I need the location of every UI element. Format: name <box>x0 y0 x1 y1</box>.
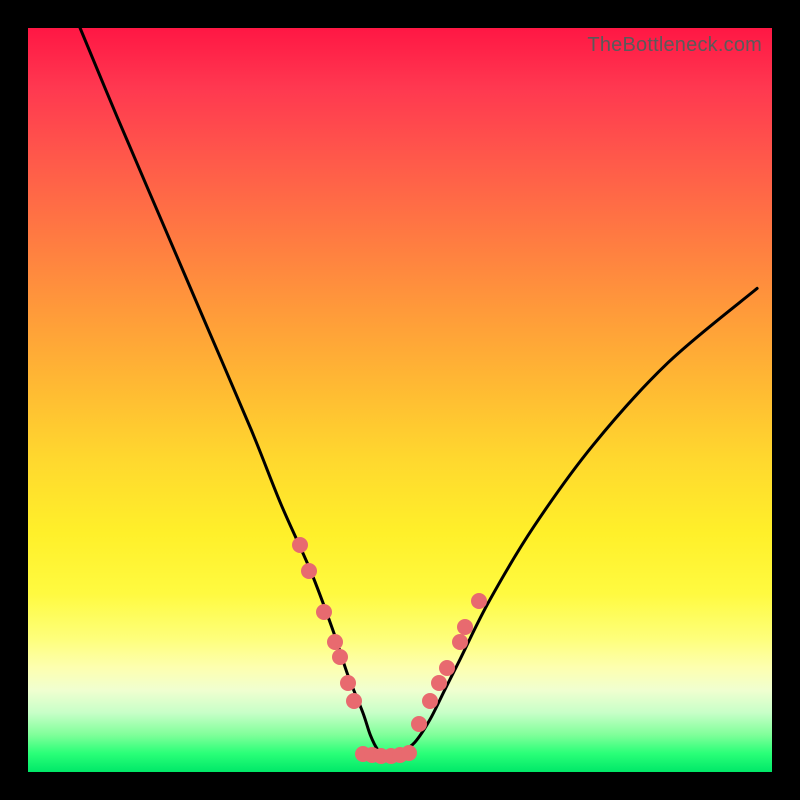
marker-left <box>327 634 343 650</box>
marker-right <box>422 693 438 709</box>
marker-bottom <box>401 745 417 761</box>
marker-right <box>457 619 473 635</box>
marker-left <box>316 604 332 620</box>
marker-left <box>301 563 317 579</box>
bottleneck-curve <box>28 28 772 772</box>
marker-left <box>340 675 356 691</box>
marker-right <box>411 716 427 732</box>
marker-right <box>431 675 447 691</box>
marker-right <box>452 634 468 650</box>
plot-area: TheBottleneck.com <box>28 28 772 772</box>
marker-right <box>471 593 487 609</box>
marker-left <box>346 693 362 709</box>
marker-left <box>292 537 308 553</box>
marker-left <box>332 649 348 665</box>
marker-right <box>439 660 455 676</box>
